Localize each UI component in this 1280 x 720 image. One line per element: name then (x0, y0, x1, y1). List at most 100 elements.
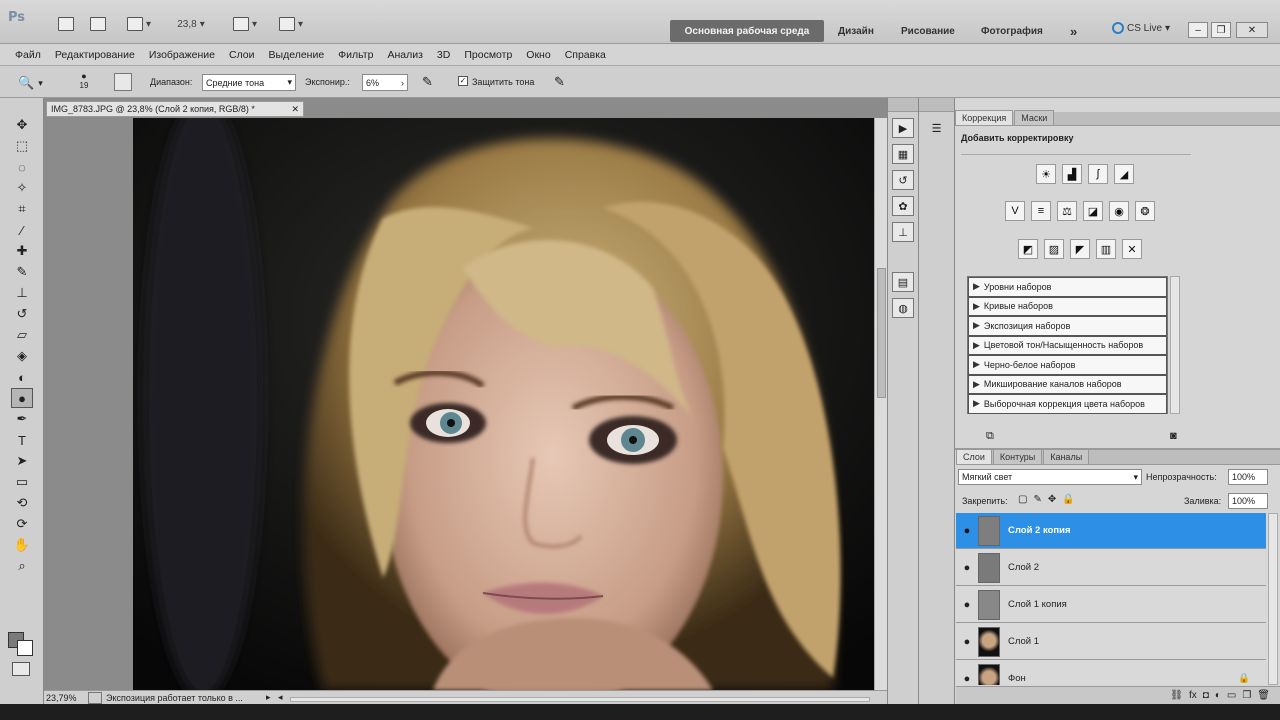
tab-masks[interactable]: Маски (1014, 110, 1055, 125)
screen-mode-button[interactable]: ▾ (276, 14, 306, 34)
preset-curves[interactable]: ▶ Кривые наборов (968, 296, 1167, 316)
3d-rotate-tool-icon[interactable]: ⟲ (11, 493, 33, 513)
gradient-map-icon[interactable]: ▥ (1096, 239, 1116, 259)
adjustment-return-icon[interactable]: ⧉ (986, 430, 994, 443)
workspace-design-button[interactable]: Дизайн (838, 20, 874, 42)
preset-selective-color[interactable]: ▶ Выборочная коррекция цвета наборов (968, 394, 1167, 414)
menu-analysis[interactable]: Анализ (380, 49, 429, 61)
workspace-more-button[interactable]: » (1070, 20, 1077, 42)
bridge-button[interactable] (58, 14, 74, 34)
status-menu-arrow-icon[interactable]: ▸ (266, 692, 271, 703)
visibility-eye-icon[interactable]: ● (956, 673, 978, 685)
blur-tool-icon[interactable]: ◐ (11, 367, 33, 387)
new-adjustment-icon[interactable]: ◐ (1215, 690, 1221, 701)
healing-brush-tool-icon[interactable]: ✚ (11, 241, 33, 261)
add-mask-icon[interactable]: ◘ (1203, 690, 1209, 701)
visibility-eye-icon[interactable]: ● (956, 599, 978, 611)
brush-size-picker[interactable]: ● 19 (70, 71, 98, 95)
move-tool-icon[interactable]: ✥ (11, 115, 33, 135)
threshold-icon[interactable]: ◤ (1070, 239, 1090, 259)
actions-panel-icon[interactable]: ▶ (892, 118, 914, 138)
background-color-swatch[interactable] (17, 640, 33, 656)
history-panel-icon[interactable]: ↺ (892, 170, 914, 190)
visibility-eye-icon[interactable]: ● (956, 525, 978, 537)
link-layers-icon[interactable]: ⛓ (1170, 690, 1183, 701)
preset-hue-saturation[interactable]: ▶ Цветовой тон/Насыщенность наборов (968, 335, 1167, 355)
menu-view[interactable]: Просмотр (457, 49, 519, 61)
lasso-tool-icon[interactable]: ◌ (11, 157, 33, 177)
preset-exposure[interactable]: ▶ Экспозиция наборов (968, 316, 1167, 336)
menu-help[interactable]: Справка (558, 49, 613, 61)
brightness-contrast-icon[interactable]: ☀ (1036, 164, 1056, 184)
mini-bridge-button[interactable] (90, 14, 106, 34)
curves-icon[interactable]: ∫ (1088, 164, 1108, 184)
layers-scrollbar[interactable] (1268, 513, 1278, 685)
delete-layer-icon[interactable]: 🗑 (1257, 690, 1270, 701)
range-select[interactable]: Средние тона ▾ (202, 74, 296, 91)
photo-filter-icon[interactable]: ◉ (1109, 201, 1129, 221)
lock-position-icon[interactable]: ✥ (1048, 494, 1056, 505)
paint-bucket-tool-icon[interactable]: ◈ (11, 346, 33, 366)
tablet-pressure-button[interactable]: ✎ (554, 74, 572, 92)
close-button[interactable]: ✕ (1236, 22, 1268, 38)
hand-tool-icon[interactable]: ✋ (11, 535, 33, 555)
visibility-eye-icon[interactable]: ● (956, 562, 978, 574)
exposure-icon[interactable]: ◢ (1114, 164, 1134, 184)
menu-file[interactable]: Файл (8, 49, 48, 61)
close-tab-icon[interactable]: ✕ (291, 104, 299, 115)
channel-mixer-icon[interactable]: ❂ (1135, 201, 1155, 221)
selective-color-icon[interactable]: ✕ (1122, 239, 1142, 259)
eraser-tool-icon[interactable]: ▱ (11, 325, 33, 345)
presets-scrollbar[interactable] (1170, 276, 1180, 414)
black-white-icon[interactable]: ◪ (1083, 201, 1103, 221)
notes-panel-icon[interactable]: ◍ (892, 298, 914, 318)
document-tab[interactable]: IMG_8783.JPG @ 23,8% (Слой 2 копия, RGB/… (46, 101, 304, 117)
history-brush-tool-icon[interactable]: ↺ (11, 304, 33, 324)
levels-icon[interactable]: ▟ (1062, 164, 1082, 184)
minimize-button[interactable]: – (1188, 22, 1208, 38)
tab-channels[interactable]: Каналы (1043, 449, 1090, 464)
tab-adjustments[interactable]: Коррекция (955, 110, 1014, 125)
menu-layer[interactable]: Слои (222, 49, 262, 61)
opacity-field[interactable]: 100% (1228, 469, 1268, 485)
preset-black-white[interactable]: ▶ Черно-белое наборов (968, 355, 1167, 375)
invert-icon[interactable]: ◩ (1018, 239, 1038, 259)
canvas-vertical-scrollbar[interactable] (874, 118, 887, 690)
layer-row[interactable]: ● Слой 1 копия (956, 587, 1266, 623)
3d-panel-icon[interactable]: ▤ (892, 272, 914, 292)
lock-transparency-icon[interactable]: ▢ (1018, 494, 1027, 505)
layer-row[interactable]: ● Слой 1 (956, 624, 1266, 660)
marquee-tool-icon[interactable]: ⬚ (11, 136, 33, 156)
crop-tool-icon[interactable]: ⌗ (11, 199, 33, 219)
layer-row[interactable]: ● Фон 🔒 (956, 661, 1266, 685)
tool-presets-icon[interactable]: ✿ (892, 196, 914, 216)
workspace-painting-button[interactable]: Рисование (901, 20, 955, 42)
hue-saturation-icon[interactable]: ≡ (1031, 201, 1051, 221)
preset-channel-mixer[interactable]: ▶ Микширование каналов наборов (968, 374, 1167, 394)
arrange-documents-button[interactable]: ▾ (230, 14, 260, 34)
image-canvas[interactable] (133, 118, 874, 690)
visibility-eye-icon[interactable]: ● (956, 636, 978, 648)
cs-live-button[interactable]: CS Live ▾ (1112, 22, 1170, 34)
menu-3d[interactable]: 3D (430, 49, 457, 61)
canvas-horizontal-scrollbar[interactable] (290, 697, 870, 702)
protect-tones-checkbox[interactable]: ✓ (458, 76, 468, 86)
color-balance-icon[interactable]: ⚖ (1057, 201, 1077, 221)
type-tool-icon[interactable]: T (11, 430, 33, 450)
blend-mode-select[interactable]: Мягкий свет ▾ (958, 469, 1142, 485)
tab-layers[interactable]: Слои (956, 449, 992, 464)
histogram-panel-icon[interactable]: ▦ (892, 144, 914, 164)
zoom-tool-icon[interactable]: ⌕ (11, 556, 33, 576)
scroll-thumb[interactable] (876, 268, 886, 398)
lock-pixels-icon[interactable]: ✎ (1033, 494, 1041, 505)
posterize-icon[interactable]: ▨ (1044, 239, 1064, 259)
tab-paths[interactable]: Контуры (992, 449, 1043, 464)
status-menu-icon[interactable] (88, 692, 102, 704)
layer-row[interactable]: ● Слой 2 копия (956, 513, 1266, 549)
menu-filter[interactable]: Фильтр (331, 49, 380, 61)
workspace-essentials-button[interactable]: Основная рабочая среда (670, 20, 824, 42)
menu-select[interactable]: Выделение (262, 49, 332, 61)
airbrush-button[interactable]: ✎ (422, 74, 440, 92)
menu-window[interactable]: Окно (519, 49, 557, 61)
lock-all-icon[interactable]: 🔒 (1062, 494, 1074, 505)
